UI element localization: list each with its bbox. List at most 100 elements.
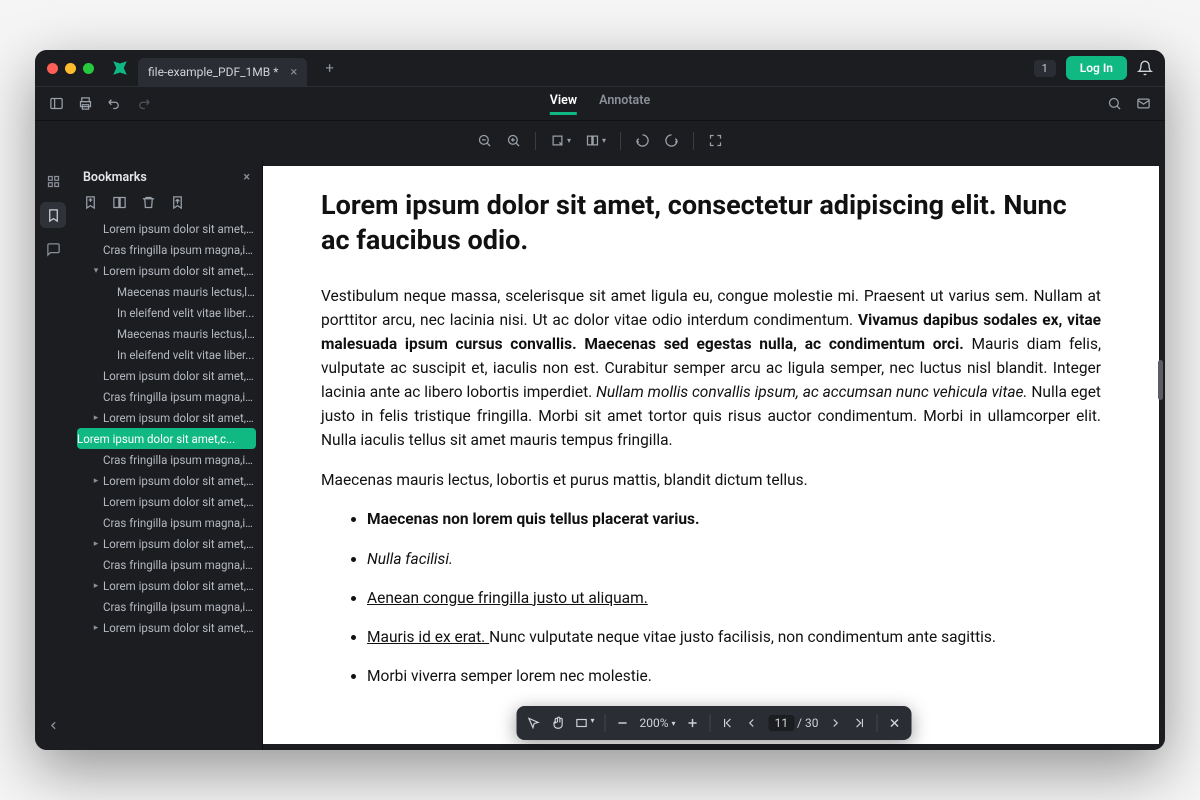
export-bookmarks-icon[interactable]	[170, 195, 185, 210]
bookmark-label: Lorem ipsum dolor sit amet,c...	[103, 222, 256, 236]
bookmark-item[interactable]: In eleifend velit vitae liber...	[71, 344, 262, 365]
list-item: Maecenas non lorem quis tellus placerat …	[367, 508, 1101, 531]
bookmark-label: Lorem ipsum dolor sit amet,c...	[103, 621, 256, 635]
bookmark-label: Lorem ipsum dolor sit amet,c...	[103, 264, 256, 278]
pointer-tool-icon[interactable]	[527, 716, 541, 730]
first-page-icon[interactable]	[721, 716, 735, 730]
last-page-icon[interactable]	[852, 716, 866, 730]
tab-close-icon[interactable]: ×	[290, 65, 297, 80]
comments-rail-button[interactable]	[40, 236, 66, 262]
delete-bookmark-icon[interactable]	[141, 195, 156, 210]
close-floatbar-icon[interactable]	[887, 716, 901, 730]
chevron-icon[interactable]: ▸	[89, 581, 103, 591]
add-bookmark-icon[interactable]	[83, 195, 98, 210]
bookmark-label: Cras fringilla ipsum magna,in...	[103, 453, 256, 467]
bookmark-item[interactable]: Lorem ipsum dolor sit amet,c...	[71, 491, 262, 512]
bookmark-item[interactable]: ▸Lorem ipsum dolor sit amet,c...	[71, 617, 262, 638]
crop-dropdown-icon[interactable]: ▾	[550, 133, 571, 148]
sidebar-close-icon[interactable]: ×	[243, 170, 250, 185]
add-tab-button[interactable]: +	[325, 59, 334, 77]
document-viewer: Lorem ipsum dolor sit amet, consectetur …	[263, 160, 1165, 750]
zoom-out-icon[interactable]	[477, 133, 492, 148]
bookmark-item[interactable]: ▾Lorem ipsum dolor sit amet,c...	[71, 260, 262, 281]
redo-icon[interactable]	[136, 96, 151, 111]
bookmark-item[interactable]: ▸Lorem ipsum dolor sit amet,c...	[71, 470, 262, 491]
zoom-in-icon[interactable]	[506, 133, 521, 148]
page-layout-dropdown-icon[interactable]: ▾	[585, 133, 606, 148]
chevron-icon[interactable]: ▸	[89, 539, 103, 549]
bookmark-list: Lorem ipsum dolor sit amet,c...Cras frin…	[71, 218, 262, 750]
bookmark-item[interactable]: Maecenas mauris lectus,l...	[71, 323, 262, 344]
annotate-mode-tab[interactable]: Annotate	[599, 93, 650, 115]
fit-dropdown-icon[interactable]: ▾	[575, 716, 595, 730]
bookmark-item[interactable]: Cras fringilla ipsum magna,in...	[71, 239, 262, 260]
bookmark-label: Cras fringilla ipsum magna,in...	[103, 516, 256, 530]
thumbnails-rail-button[interactable]	[40, 168, 66, 194]
bell-icon[interactable]	[1137, 60, 1153, 76]
print-icon[interactable]	[78, 96, 93, 111]
view-mode-tab[interactable]: View	[550, 93, 577, 115]
split-view-icon[interactable]	[112, 195, 127, 210]
bookmark-item[interactable]: ▸Lorem ipsum dolor sit amet,c...	[71, 533, 262, 554]
floating-page-toolbar: ▾ 200%▾ 11 / 30	[517, 706, 912, 740]
chevron-icon[interactable]: ▸	[89, 623, 103, 633]
minimize-window-button[interactable]	[65, 63, 76, 74]
login-button[interactable]: Log In	[1066, 56, 1127, 80]
bookmark-item[interactable]: Lorem ipsum dolor sit amet,c...	[77, 428, 256, 449]
separator	[693, 132, 694, 150]
list-item: Aenean congue fringilla justo ut aliquam…	[367, 587, 1101, 610]
viewer-scrollbar[interactable]	[1158, 360, 1163, 400]
close-window-button[interactable]	[47, 63, 58, 74]
zoom-level-dropdown[interactable]: 200%▾	[640, 716, 676, 730]
next-page-icon[interactable]	[828, 716, 842, 730]
bookmark-label: Cras fringilla ipsum magna,in...	[103, 558, 256, 572]
separator	[535, 132, 536, 150]
panel-icon[interactable]	[49, 96, 64, 111]
list-item: Mauris id ex erat. Nunc vulputate neque …	[367, 626, 1101, 649]
list-item: Nulla facilisi.	[367, 548, 1101, 571]
document-tab[interactable]: file-example_PDF_1MB * ×	[138, 58, 307, 86]
search-icon[interactable]	[1107, 96, 1122, 111]
view-toolbar: ▾ ▾	[35, 120, 1165, 160]
separator	[710, 714, 711, 732]
chevron-icon[interactable]: ▸	[89, 413, 103, 423]
zoom-increase-icon[interactable]	[686, 716, 700, 730]
bookmark-item[interactable]: Cras fringilla ipsum magna,in...	[71, 596, 262, 617]
bookmark-item[interactable]: Cras fringilla ipsum magna,in...	[71, 512, 262, 533]
bookmark-item[interactable]: Maecenas mauris lectus,l...	[71, 281, 262, 302]
bookmark-label: Lorem ipsum dolor sit amet,c...	[103, 579, 256, 593]
fullscreen-icon[interactable]	[708, 133, 723, 148]
bookmark-item[interactable]: ▸Lorem ipsum dolor sit amet,c...	[71, 575, 262, 596]
bookmark-item[interactable]: Lorem ipsum dolor sit amet,c...	[71, 218, 262, 239]
bookmark-item[interactable]: In eleifend velit vitae liber...	[71, 302, 262, 323]
bookmark-item[interactable]: Cras fringilla ipsum magna,in...	[71, 449, 262, 470]
bookmark-item[interactable]: Cras fringilla ipsum magna,in...	[71, 554, 262, 575]
list-item: Morbi viverra semper lorem nec molestie.	[367, 665, 1101, 688]
page-heading: Lorem ipsum dolor sit amet, consectetur …	[321, 188, 1101, 258]
bookmark-item[interactable]: Cras fringilla ipsum magna,in...	[71, 386, 262, 407]
bookmarks-rail-button[interactable]	[40, 202, 66, 228]
hand-tool-icon[interactable]	[551, 716, 565, 730]
document-page[interactable]: Lorem ipsum dolor sit amet, consectetur …	[263, 166, 1159, 744]
bookmark-label: In eleifend velit vitae liber...	[117, 348, 254, 362]
bookmark-label: Lorem ipsum dolor sit amet,c...	[103, 537, 256, 551]
page-indicator: 11 / 30	[769, 716, 819, 730]
bookmark-item[interactable]: Lorem ipsum dolor sit amet,c...	[71, 365, 262, 386]
collapse-sidebar-button[interactable]	[40, 712, 66, 738]
mail-icon[interactable]	[1136, 96, 1151, 111]
chevron-icon[interactable]: ▸	[89, 476, 103, 486]
bookmark-label: Lorem ipsum dolor sit amet,c...	[103, 411, 256, 425]
current-page-input[interactable]: 11	[769, 715, 795, 731]
rotate-left-icon[interactable]	[635, 133, 650, 148]
rotate-right-icon[interactable]	[664, 133, 679, 148]
app-window: file-example_PDF_1MB * × + 1 Log In View…	[35, 50, 1165, 750]
zoom-decrease-icon[interactable]	[616, 716, 630, 730]
count-badge: 1	[1034, 60, 1056, 77]
maximize-window-button[interactable]	[83, 63, 94, 74]
separator	[620, 132, 621, 150]
prev-page-icon[interactable]	[745, 716, 759, 730]
document-tab-label: file-example_PDF_1MB *	[148, 65, 278, 79]
undo-icon[interactable]	[107, 96, 122, 111]
chevron-icon[interactable]: ▾	[89, 266, 103, 276]
bookmark-item[interactable]: ▸Lorem ipsum dolor sit amet,c...	[71, 407, 262, 428]
